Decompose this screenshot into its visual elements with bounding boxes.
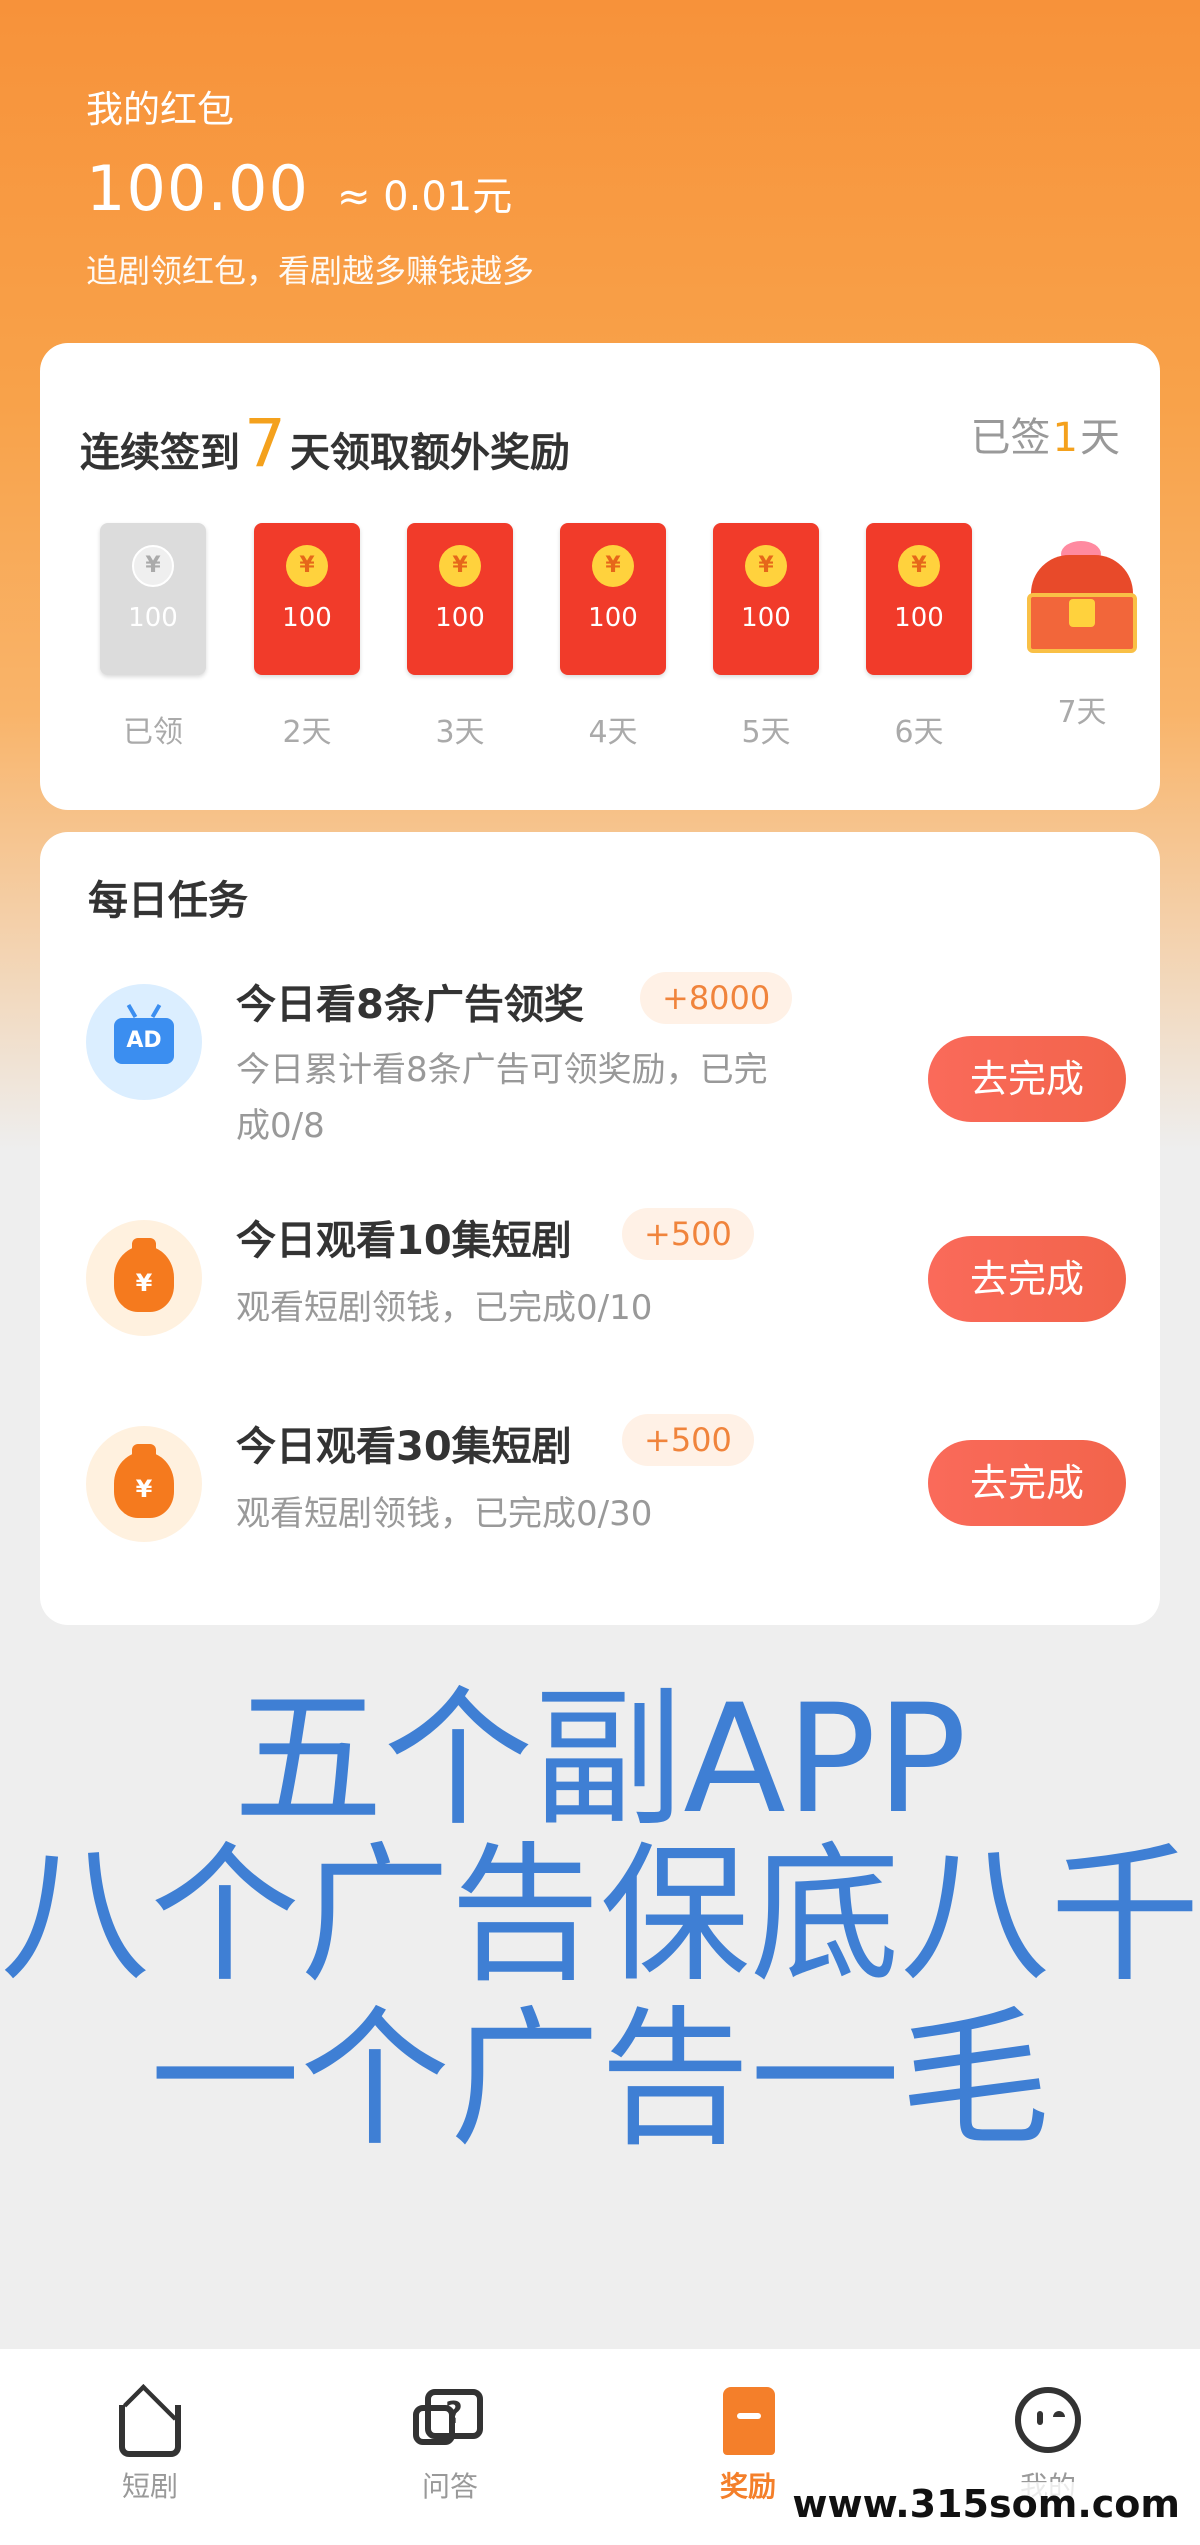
daily-tasks-card: 每日任务 AD 今日看8条广告领奖 +8000 今日累计看8条广告可领奖励，已完…	[40, 832, 1160, 1625]
red-packet-header: 我的红包 100.00 ≈ 0.01元 追剧领红包，看剧越多赚钱越多	[86, 88, 534, 292]
task-watch-ads: AD 今日看8条广告领奖 +8000 今日累计看8条广告可领奖励，已完成0/8 …	[40, 942, 1160, 1146]
treasure-chest-icon	[1017, 533, 1147, 663]
wallet-tip: 追剧领红包，看剧越多赚钱越多	[86, 252, 535, 290]
task-watch-30-episodes: ¥ 今日观看30集短剧 +500 观看短剧领钱，已完成0/30 去完成	[40, 1414, 1160, 1596]
red-envelope-icon: ¥ 100	[407, 523, 513, 675]
task-desc: 观看短剧领钱，已完成0/10	[236, 1288, 653, 1328]
tasks-heading: 每日任务	[88, 878, 248, 924]
bag-icon-wrap: ¥	[86, 1220, 202, 1336]
promo-line-1: 五个副APP	[233, 1673, 967, 1847]
amount-equivalent: ≈ 0.01元	[336, 174, 513, 220]
red-packet-amount: 100.00	[86, 152, 309, 225]
signin-days: 7	[244, 405, 286, 482]
signin-day-4[interactable]: ¥ 100 4天	[558, 523, 668, 751]
red-envelope-icon: ¥ 100	[100, 523, 206, 675]
reward-badge: +8000	[640, 972, 793, 1024]
task-watch-10-episodes: ¥ 今日观看10集短剧 +500 观看短剧领钱，已完成0/10 去完成	[40, 1208, 1160, 1390]
ad-tv-icon: AD	[114, 1018, 174, 1064]
task-name: 今日观看30集短剧	[236, 1424, 572, 1470]
coin-icon: ¥	[592, 545, 634, 587]
task-desc: 今日累计看8条广告可领奖励，已完成0/8	[236, 1050, 768, 1146]
red-envelope-icon: ¥ 100	[560, 523, 666, 675]
watermark: www.315som.com	[786, 2482, 1186, 2526]
coin-icon: ¥	[898, 545, 940, 587]
go-complete-button[interactable]: 去完成	[928, 1440, 1126, 1526]
ad-icon-wrap: AD	[86, 984, 202, 1100]
bag-icon-wrap: ¥	[86, 1426, 202, 1542]
signed-days: 已签 1 天	[970, 415, 1120, 461]
signin-card: 连续签到 7 天领取额外奖励 已签 1 天 ¥ 100 已领 ¥ 100 2天 …	[40, 343, 1160, 810]
tab-qa[interactable]: ? 问答	[360, 2383, 540, 2505]
tab-short-drama[interactable]: 短剧	[60, 2383, 240, 2505]
red-envelope-icon: ¥ 100	[254, 523, 360, 675]
coin-icon: ¥	[439, 545, 481, 587]
red-envelope-icon: ¥ 100	[866, 523, 972, 675]
qa-icon: ?	[413, 2383, 487, 2457]
bookmark-icon	[711, 2383, 785, 2457]
money-bag-icon: ¥	[114, 1444, 174, 1518]
signin-day-7[interactable]: 7天	[1017, 523, 1147, 731]
face-icon	[1011, 2383, 1085, 2457]
task-desc: 观看短剧领钱，已完成0/30	[236, 1494, 653, 1534]
task-name: 今日观看10集短剧	[236, 1218, 572, 1264]
signin-day-1[interactable]: ¥ 100 已领	[98, 523, 208, 751]
red-envelope-icon: ¥ 100	[713, 523, 819, 675]
promo-line-2: 八个广告保底八千	[0, 1829, 1200, 2003]
wallet-title: 我的红包	[86, 88, 234, 131]
coin-icon: ¥	[132, 545, 174, 587]
coin-icon: ¥	[745, 545, 787, 587]
coin-icon: ¥	[286, 545, 328, 587]
money-bag-icon: ¥	[114, 1238, 174, 1312]
reward-badge: +500	[622, 1414, 754, 1466]
go-complete-button[interactable]: 去完成	[928, 1236, 1126, 1322]
task-name: 今日看8条广告领奖	[236, 982, 584, 1028]
signin-headline: 连续签到 7 天领取额外奖励	[80, 405, 570, 482]
home-icon	[113, 2383, 187, 2457]
signin-day-5[interactable]: ¥ 100 5天	[711, 523, 821, 751]
signin-day-6[interactable]: ¥ 100 6天	[864, 523, 974, 751]
signin-day-2[interactable]: ¥ 100 2天	[252, 523, 362, 751]
reward-badge: +500	[622, 1208, 754, 1260]
signin-day-3[interactable]: ¥ 100 3天	[405, 523, 515, 751]
promo-line-3: 一个广告一毛	[149, 1993, 1050, 2167]
go-complete-button[interactable]: 去完成	[928, 1036, 1126, 1122]
